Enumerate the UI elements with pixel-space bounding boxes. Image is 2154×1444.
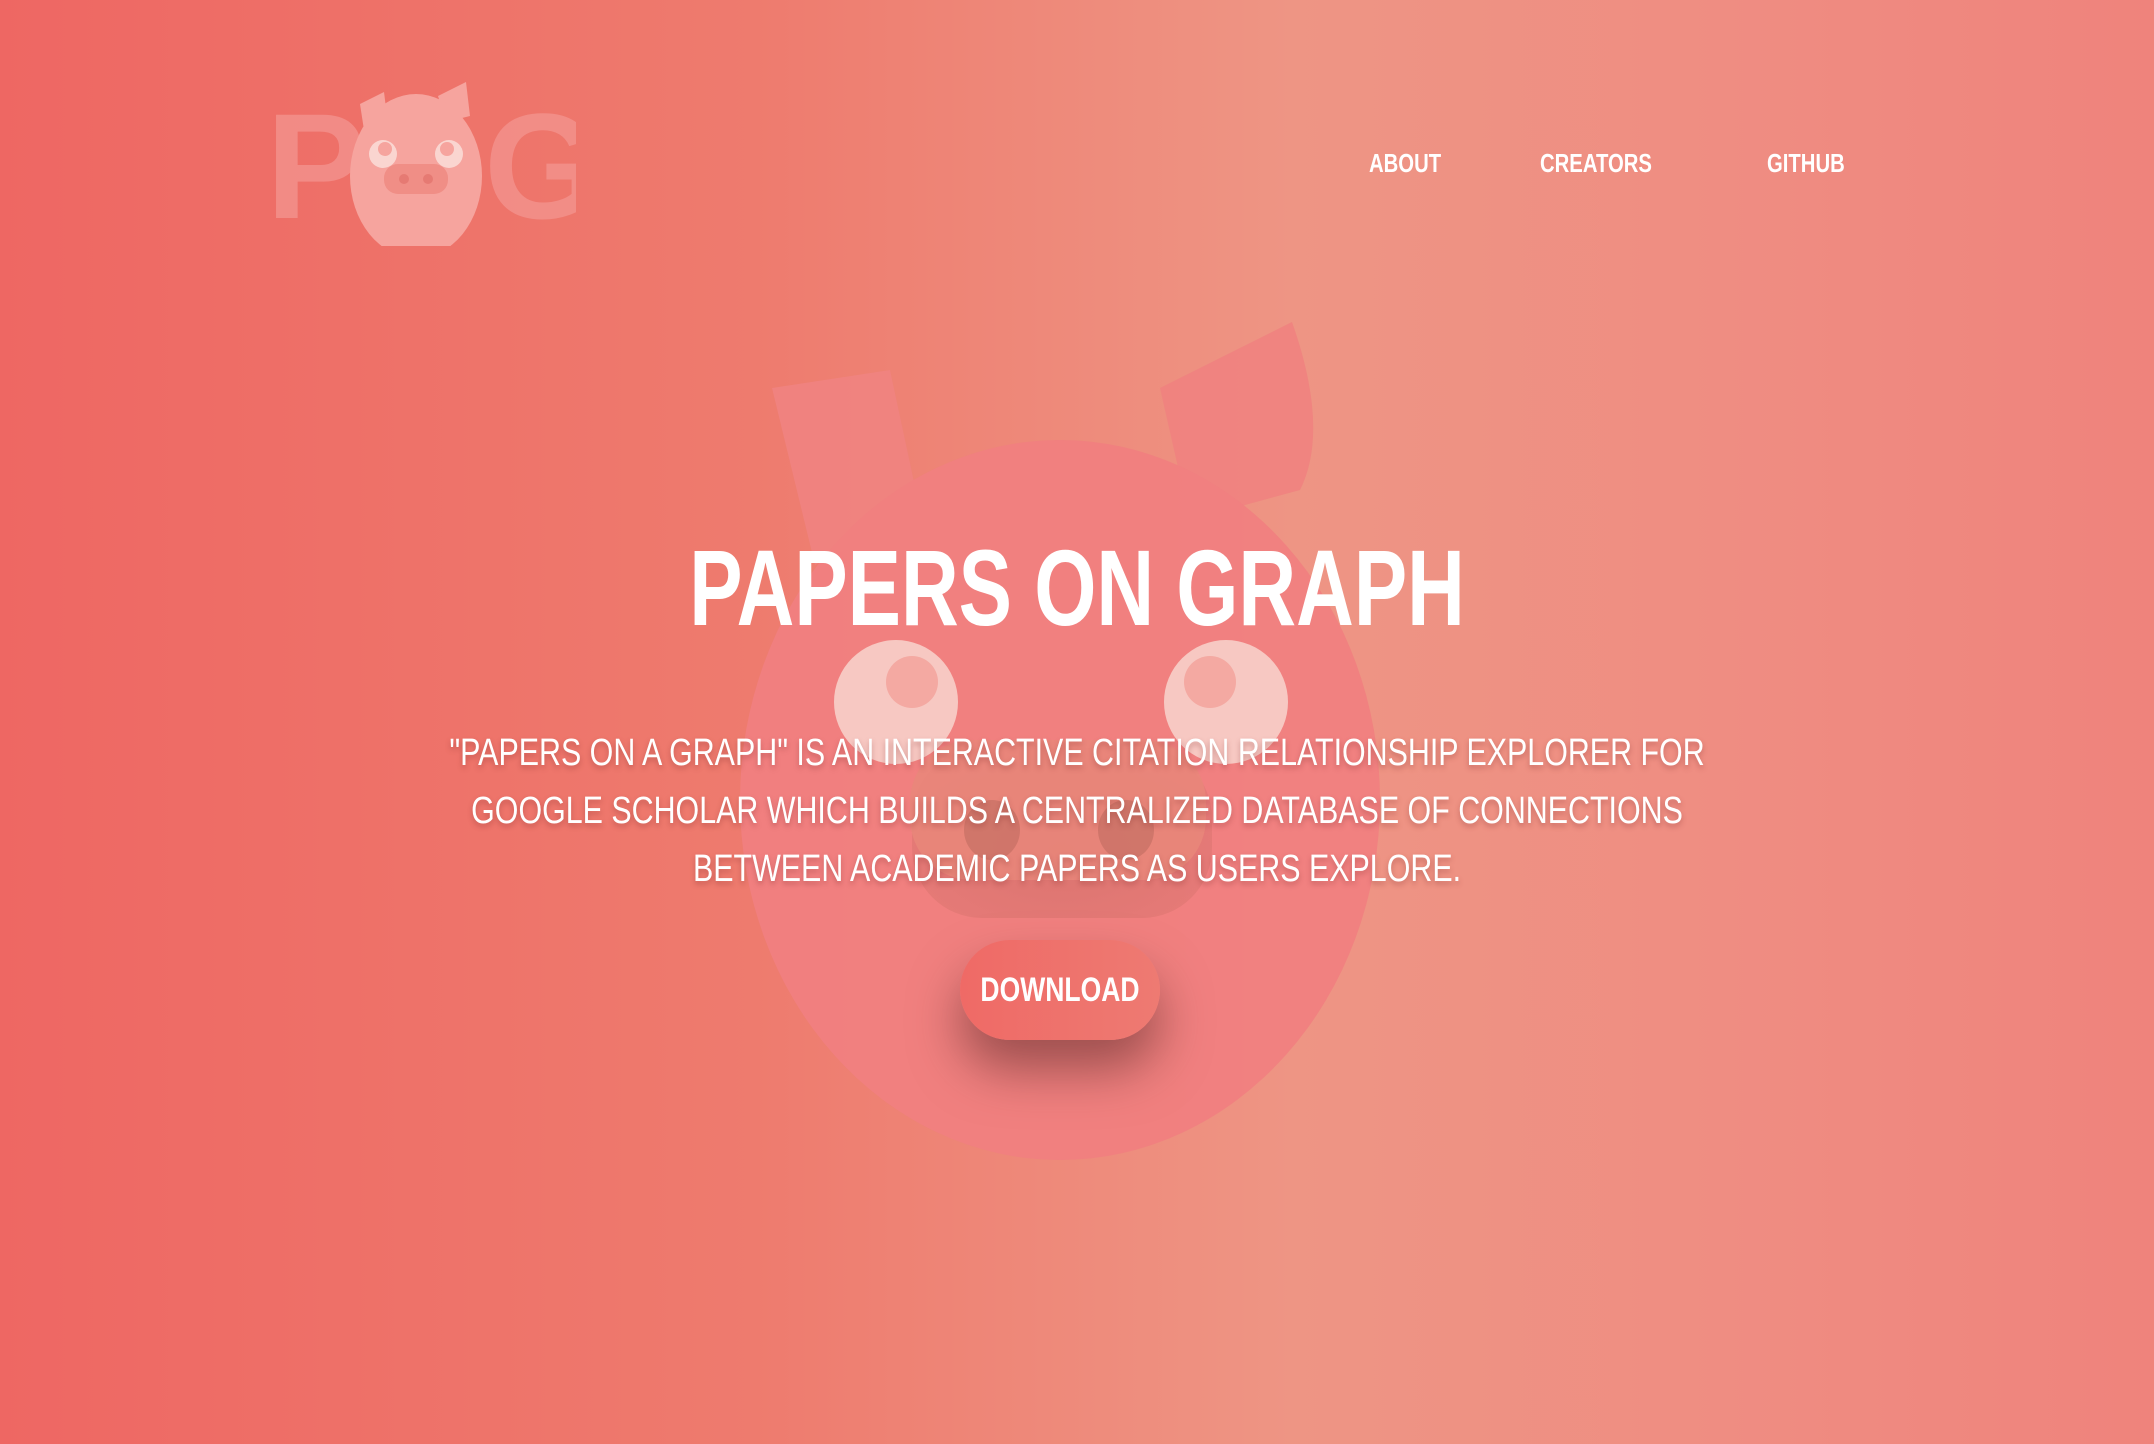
hero-description: "Papers on a Graph" is an interactive ci…: [437, 724, 1717, 898]
hero-title-text: Papers on Graph: [689, 527, 1465, 648]
nav-link-github[interactable]: Github: [1767, 146, 1845, 180]
main-navigation: About Creators Github: [0, 146, 2154, 186]
nav-link-about[interactable]: About: [1369, 146, 1441, 180]
hero-title: Papers on Graph: [0, 528, 2154, 648]
hero-description-text: "Papers on a Graph" is an interactive ci…: [449, 732, 1705, 890]
nav-link-creators[interactable]: Creators: [1540, 146, 1652, 180]
download-button[interactable]: Download: [960, 940, 1160, 1040]
download-button-label: Download: [980, 970, 1140, 1009]
